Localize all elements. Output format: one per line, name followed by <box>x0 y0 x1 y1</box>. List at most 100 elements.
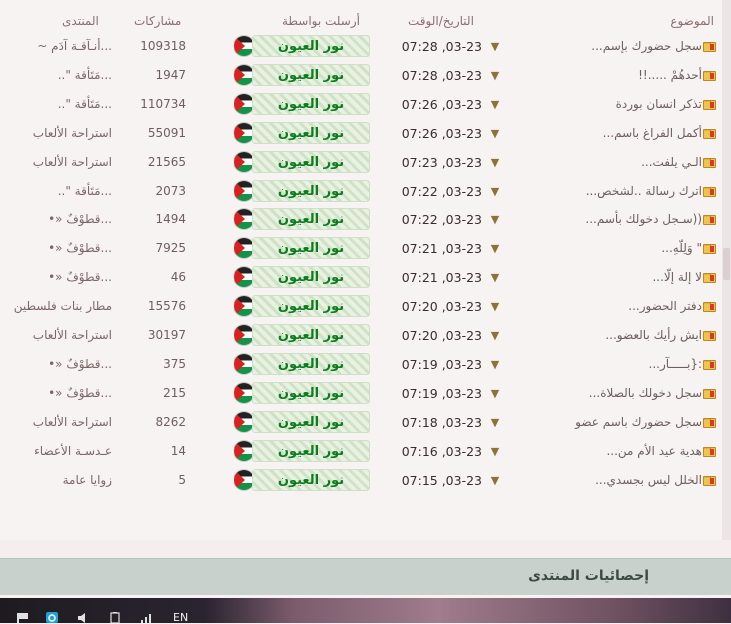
topic-forum-link[interactable]: •» قطوْفٌ... <box>0 263 112 292</box>
go-to-last-post-icon[interactable]: ▼ <box>488 205 502 234</box>
author-name[interactable]: نور العيون <box>252 352 370 375</box>
topic-post-count: 7925 <box>155 241 186 256</box>
go-to-last-post-icon[interactable]: ▼ <box>488 148 502 177</box>
topic-forum-link[interactable]: •» قطوْفٌ... <box>0 234 112 263</box>
go-to-last-post-icon[interactable]: ▼ <box>488 177 502 206</box>
topic-post-count: 15576 <box>147 299 186 314</box>
header-datetime[interactable]: التاريخ/الوقت <box>408 14 474 28</box>
go-to-last-post-icon[interactable]: ▼ <box>488 32 502 61</box>
topic-forum-link[interactable]: مطار بنات فلسطين <box>0 292 112 321</box>
language-indicator[interactable]: EN <box>173 611 188 624</box>
author-name[interactable]: نور العيون <box>252 92 370 115</box>
topic-title-link[interactable]: ((سـجل دخولك بأسم... <box>510 205 702 234</box>
author-name[interactable]: نور العيون <box>252 410 370 433</box>
topic-forum-link[interactable]: استراحة الألعاب <box>0 321 112 350</box>
author-name[interactable]: نور العيون <box>252 35 370 57</box>
topic-author[interactable]: نور العيون <box>234 35 370 59</box>
author-name[interactable]: نور العيون <box>252 63 370 86</box>
browser-icon[interactable] <box>44 612 60 623</box>
topic-forum-link[interactable]: .." مَتَأقة... <box>0 61 112 90</box>
go-to-last-post-icon[interactable]: ▼ <box>488 90 502 119</box>
scrollbar[interactable] <box>722 0 731 540</box>
topic-title-link[interactable]: الخلل ليس بجسدي... <box>510 466 702 495</box>
topic-author[interactable]: نور العيون <box>234 63 370 88</box>
header-sent-by[interactable]: أرسلت بواسطة <box>282 14 360 28</box>
topic-title-link[interactable]: هدية عيد الأم من... <box>510 437 702 466</box>
topic-title-link[interactable]: أحدهُمْ .....!! <box>510 61 702 90</box>
author-name[interactable]: نور العيون <box>252 439 370 462</box>
go-to-last-post-icon[interactable]: ▼ <box>488 234 502 263</box>
forum-stats-title[interactable]: إحصائيات المنتدى <box>528 568 649 584</box>
topic-author[interactable]: نور العيون <box>234 121 370 146</box>
topic-author[interactable]: نور العيون <box>234 266 370 290</box>
topic-author[interactable]: نور العيون <box>234 150 370 175</box>
topic-forum-link[interactable]: •» قطوْفٌ... <box>0 350 112 379</box>
topic-author[interactable]: نور العيون <box>234 410 370 435</box>
topic-title-link[interactable]: " وَلِلّهِ... <box>510 234 702 263</box>
topic-author[interactable]: نور العيون <box>234 92 370 117</box>
go-to-last-post-icon[interactable]: ▼ <box>488 408 502 437</box>
topic-datetime: 07:20 ,03-23 <box>401 328 482 343</box>
topic-forum-link[interactable]: زوايا عامة <box>0 466 112 495</box>
topic-author[interactable]: نور العيون <box>234 381 370 406</box>
topic-title-link[interactable]: اترك رسالة ..لشخص... <box>510 177 702 206</box>
author-name[interactable]: نور العيون <box>252 121 370 144</box>
flag-icon[interactable] <box>16 612 30 623</box>
go-to-last-post-icon[interactable]: ▼ <box>488 350 502 379</box>
topic-title-link[interactable]: سجل دخولك بالصلاة... <box>510 379 702 408</box>
topic-title-link[interactable]: تذكر انسان بوردة <box>510 90 702 119</box>
author-name[interactable]: نور العيون <box>252 468 370 491</box>
topic-author[interactable]: نور العيون <box>234 468 370 493</box>
topic-title-link[interactable]: أكمل الفراغ باسم... <box>510 119 702 148</box>
topic-datetime: 07:18 ,03-23 <box>401 414 482 430</box>
topic-author[interactable]: نور العيون <box>234 324 370 348</box>
header-topic[interactable]: الموضوع <box>670 14 714 28</box>
author-name[interactable]: نور العيون <box>252 208 370 231</box>
go-to-last-post-icon[interactable]: ▼ <box>488 119 502 148</box>
go-to-last-post-icon[interactable]: ▼ <box>488 466 502 495</box>
go-to-last-post-icon[interactable]: ▼ <box>488 379 502 408</box>
topic-forum-link[interactable]: استراحة الألعاب <box>0 148 112 177</box>
author-name[interactable]: نور العيون <box>252 381 370 404</box>
topic-author[interactable]: نور العيون <box>234 179 370 204</box>
go-to-last-post-icon[interactable]: ▼ <box>488 263 502 292</box>
author-name[interactable]: نور العيون <box>252 179 370 202</box>
palestine-flag-icon <box>234 353 254 374</box>
battery-icon[interactable] <box>108 612 122 623</box>
topic-datetime: 07:15 ,03-23 <box>401 472 482 488</box>
topic-author[interactable]: نور العيون <box>234 295 370 319</box>
go-to-last-post-icon[interactable]: ▼ <box>488 321 502 350</box>
volume-icon[interactable] <box>76 612 90 623</box>
network-icon[interactable] <box>140 612 154 623</box>
go-to-last-post-icon[interactable]: ▼ <box>488 437 502 466</box>
author-name[interactable]: نور العيون <box>252 237 370 260</box>
topic-author[interactable]: نور العيون <box>234 439 370 464</box>
topic-title-link[interactable]: :{بـــــآر... <box>510 350 703 379</box>
header-forum[interactable]: المنتدى <box>62 14 99 28</box>
topic-forum-link[interactable]: ~ أنـآقـة آدَم... <box>0 32 112 61</box>
topic-forum-link[interactable]: استراحة الألعاب <box>0 119 112 148</box>
topic-title-link[interactable]: دفتر الحضور... <box>510 292 702 321</box>
author-name[interactable]: نور العيون <box>252 266 370 289</box>
topic-title-link[interactable]: ايش رأيك بالعضو... <box>510 321 702 350</box>
topic-forum-link[interactable]: استراحة الألعاب <box>0 408 112 437</box>
topic-title-link[interactable]: لا إلة إلّا... <box>510 263 702 292</box>
author-name[interactable]: نور العيون <box>252 324 370 346</box>
author-name[interactable]: نور العيون <box>252 150 370 173</box>
topic-forum-link[interactable]: .." مَتَأقة... <box>0 177 112 206</box>
topic-author[interactable]: نور العيون <box>234 208 370 232</box>
author-name[interactable]: نور العيون <box>252 295 370 318</box>
go-to-last-post-icon[interactable]: ▼ <box>488 292 502 321</box>
go-to-last-post-icon[interactable]: ▼ <box>488 61 502 90</box>
topic-title-link[interactable]: الـي يلفت... <box>510 148 702 177</box>
topic-author[interactable]: نور العيون <box>234 237 370 261</box>
topic-author[interactable]: نور العيون <box>234 352 370 377</box>
scrollbar-thumb[interactable] <box>723 248 730 280</box>
topic-forum-link[interactable]: .." مَتَأقة... <box>0 90 112 119</box>
topic-forum-link[interactable]: •» قطوْفٌ... <box>0 379 112 408</box>
topic-title-link[interactable]: سجل حضورك باسم عضو <box>510 408 702 437</box>
topic-forum-link[interactable]: •» قطوْفٌ... <box>0 205 112 234</box>
header-posts[interactable]: مشاركات <box>134 14 181 28</box>
topic-forum-link[interactable]: عـدسـة الأعضاء <box>0 437 112 466</box>
topic-title-link[interactable]: سجل حضورك بإسم... <box>510 32 702 61</box>
